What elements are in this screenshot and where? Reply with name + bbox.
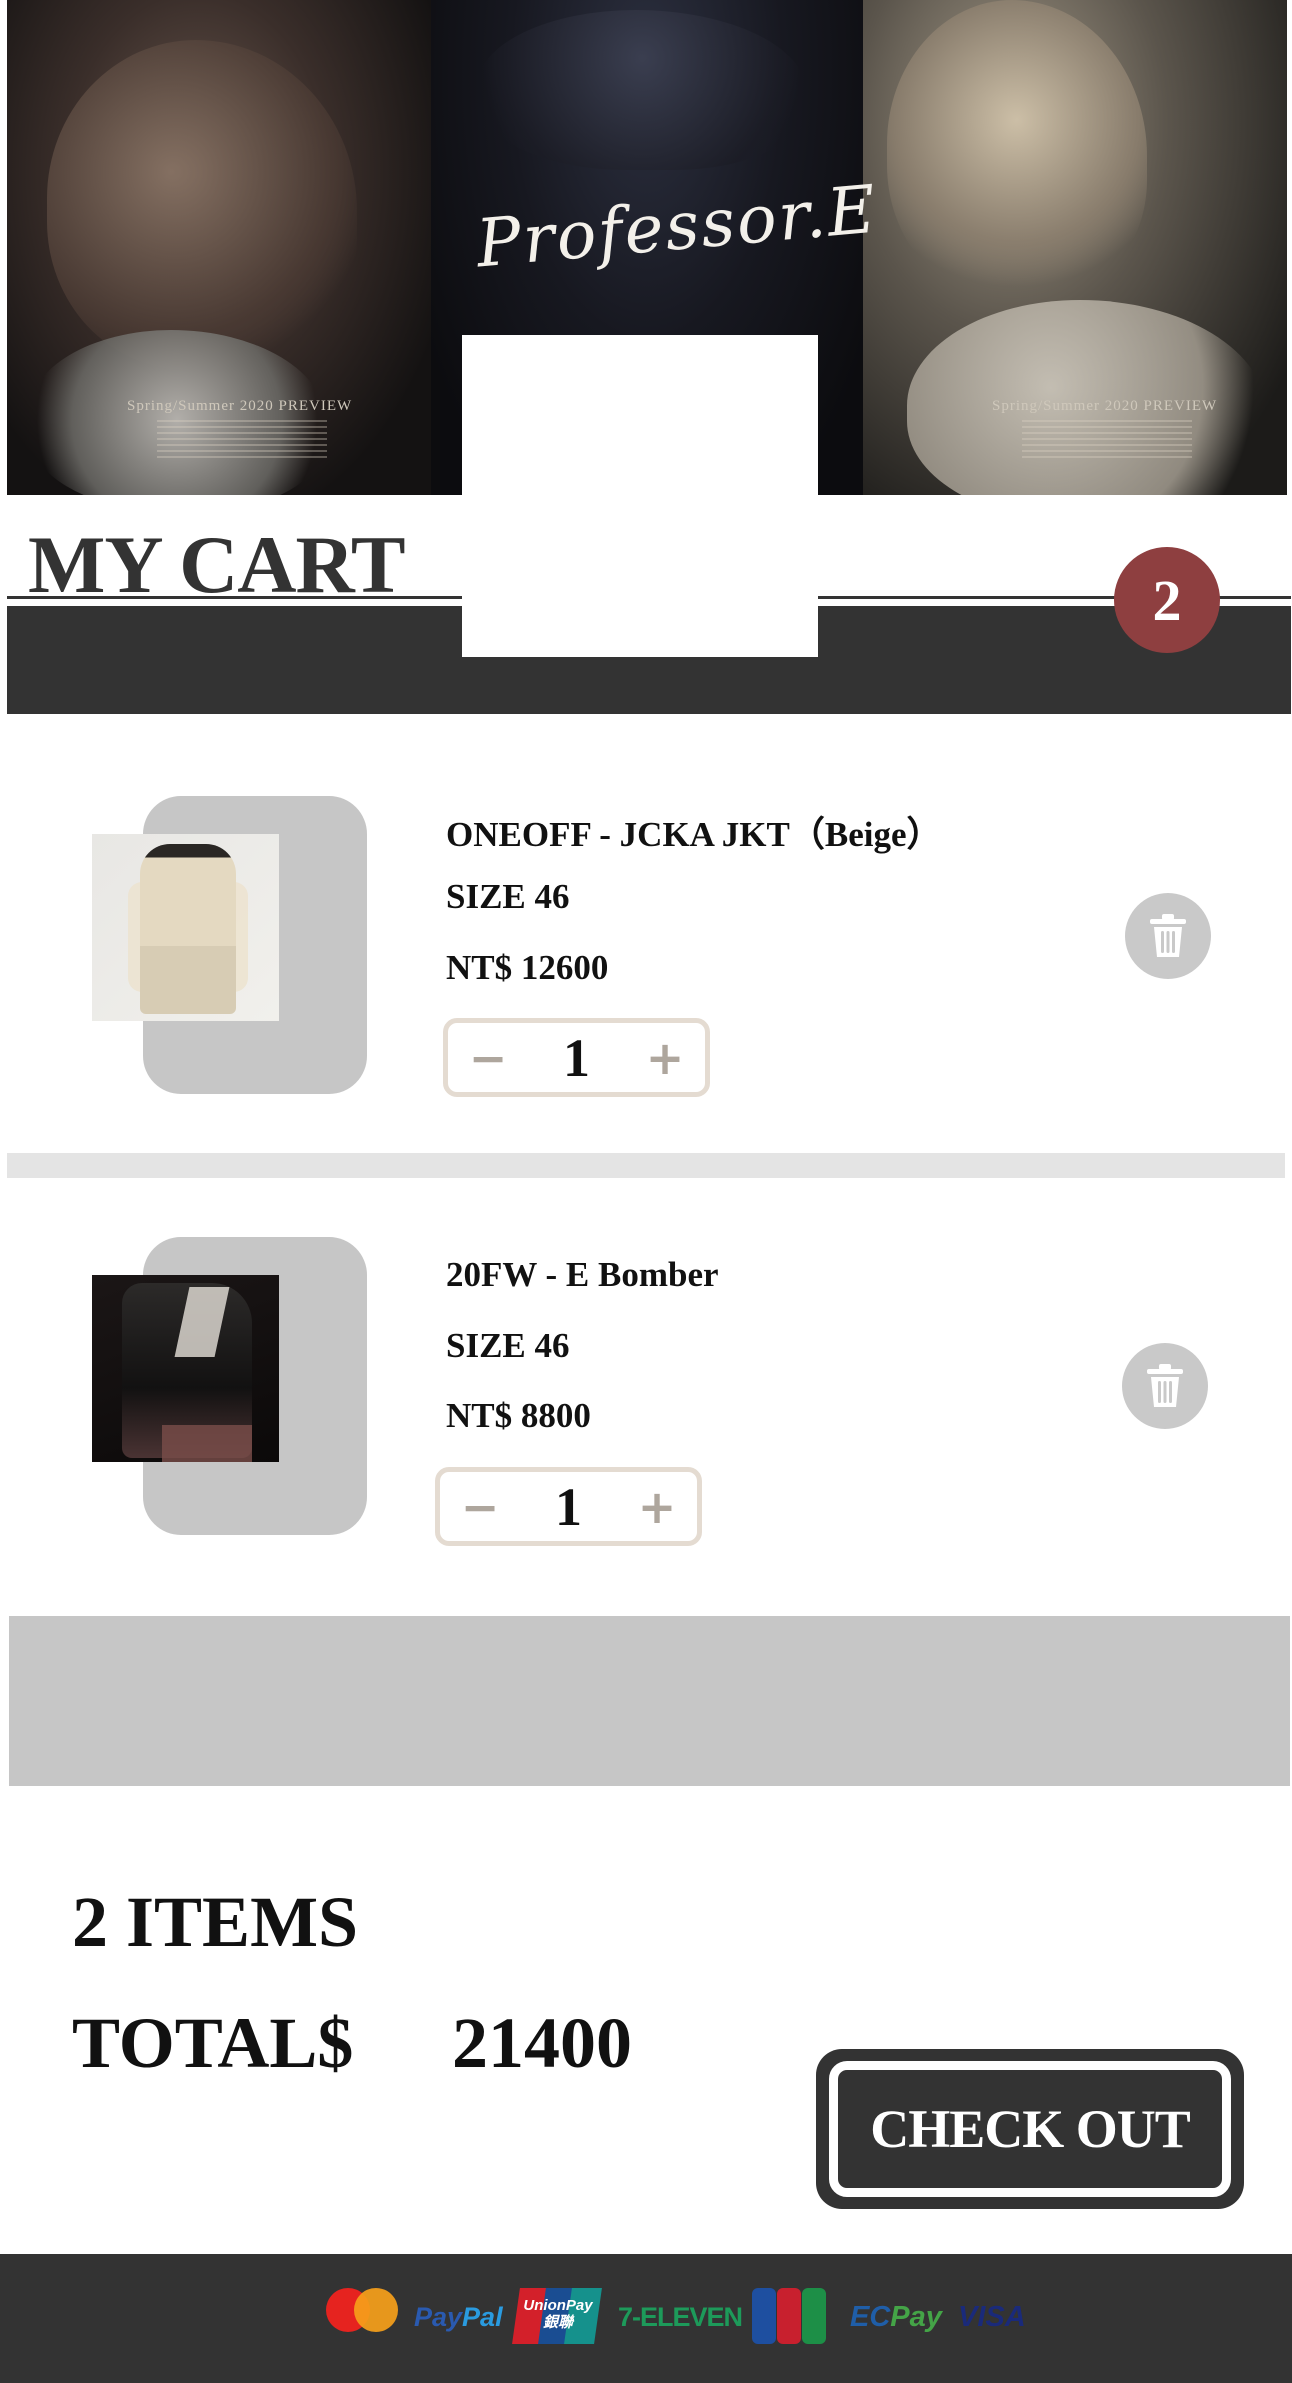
quantity-stepper: − 1 + (443, 1018, 710, 1097)
seven-eleven-icon: 7-ELEVEN (618, 2301, 743, 2332)
quantity-value[interactable]: 1 (518, 1023, 635, 1092)
trash-icon (1147, 1364, 1183, 1407)
quantity-value[interactable]: 1 (510, 1472, 627, 1541)
header-rule-left (7, 596, 462, 599)
jcb-icon (752, 2288, 826, 2344)
header-tab (462, 335, 818, 657)
header-rule-right (818, 596, 1291, 599)
checkout-label: CHECK OUT (870, 2099, 1191, 2159)
product-price: NT$ 8800 (446, 1396, 591, 1435)
checkout-button[interactable]: CHECK OUT (816, 2049, 1244, 2209)
page-title: MY CART (28, 524, 405, 596)
increase-quantity-button[interactable]: + (622, 1472, 692, 1541)
ecpay-icon: EC Pay (850, 2300, 942, 2333)
unionpay-icon: UnionPay 銀聯 (512, 2288, 602, 2344)
total-amount: 21400 (452, 2003, 632, 2083)
item-count: 2 ITEMS (72, 1882, 359, 1962)
remove-item-button[interactable] (1125, 893, 1211, 979)
hero-season-left: Spring/Summer 2020 PREVIEW (127, 398, 353, 414)
product-image[interactable] (92, 834, 279, 1021)
decrease-quantity-button[interactable]: − (445, 1472, 515, 1541)
product-image[interactable] (92, 1275, 279, 1462)
trash-icon (1150, 914, 1186, 957)
cart-count-badge: 2 (1114, 547, 1220, 653)
total-label: TOTAL$ (72, 2003, 354, 2083)
product-size: SIZE 46 (446, 1326, 570, 1365)
visa-icon: VISA (958, 2300, 1026, 2333)
product-size: SIZE 46 (446, 877, 570, 916)
summary-divider-block (9, 1616, 1290, 1786)
product-price: NT$ 12600 (446, 948, 609, 987)
remove-item-button[interactable] (1122, 1343, 1208, 1429)
hero-season-right: Spring/Summer 2020 PREVIEW (992, 398, 1218, 414)
paypal-icon: Pay Pal (414, 2301, 503, 2332)
product-name[interactable]: ONEOFF - JCKA JKT（Beige） (446, 806, 942, 857)
product-name[interactable]: 20FW - E Bomber (446, 1255, 719, 1295)
mastercard-icon (326, 2288, 398, 2346)
quantity-stepper: − 1 + (435, 1467, 702, 1546)
increase-quantity-button[interactable]: + (630, 1023, 700, 1092)
decrease-quantity-button[interactable]: − (453, 1023, 523, 1092)
item-divider (7, 1153, 1285, 1178)
